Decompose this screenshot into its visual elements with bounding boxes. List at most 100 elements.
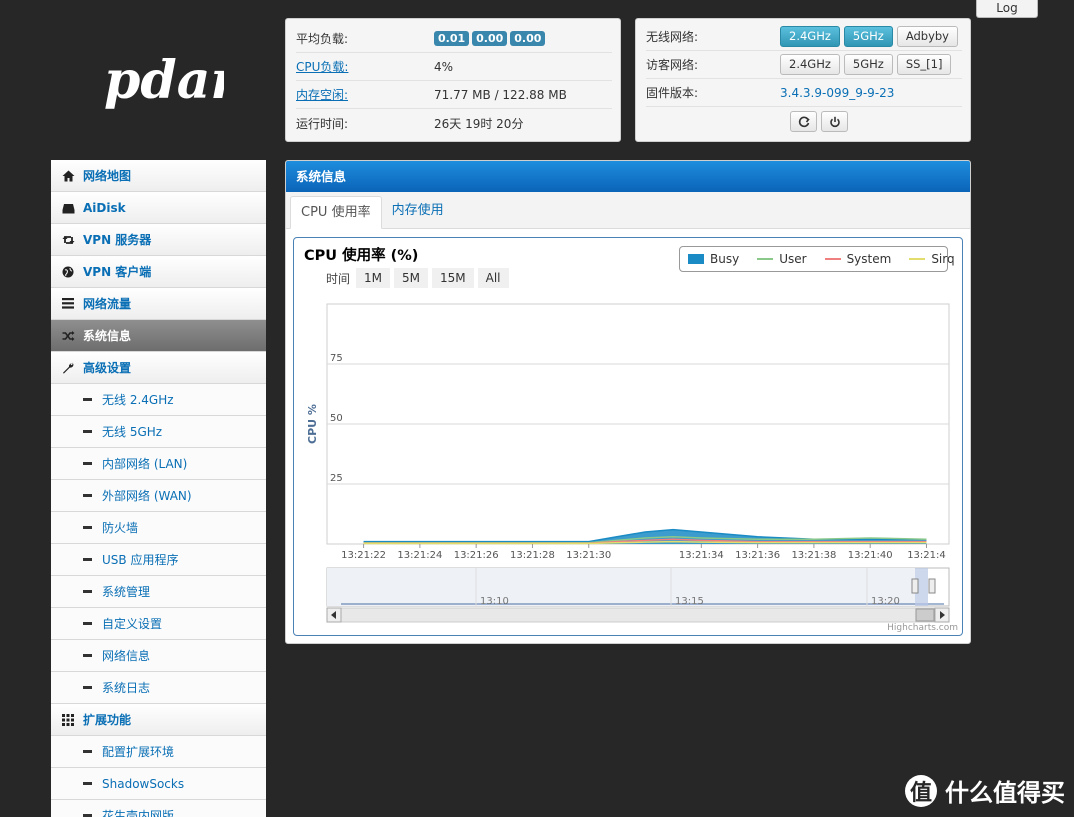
logo: pdan [104,48,248,118]
sidebar-subitem-label: USB 应用程序 [102,553,179,567]
chart-credit[interactable]: Highcharts.com [887,623,958,633]
tab-cpu-usage[interactable]: CPU 使用率 [290,196,382,229]
tab-memory-usage[interactable]: 内存使用 [382,195,454,228]
navigator-tick-label: 13:10 [480,596,509,607]
load-5m: 0.00 [472,31,508,46]
navigator-tick-label: 13:20 [871,596,900,607]
chart-plot: 25 50 75 13:21:22 13:21:24 13:21:26 13:21:28 1… [306,303,950,623]
sidebar-item-extensions[interactable]: 扩展功能 [51,704,266,736]
firmware-version-link[interactable]: 3.4.3.9-099_9-9-23 [780,86,894,100]
navigator-handle-left[interactable] [911,578,919,594]
load-15m: 0.00 [510,31,546,46]
navigator-mask [327,568,915,606]
sidebar-item-aidisk[interactable]: AiDisk [51,192,266,224]
mem-free-link[interactable]: 内存空闲: [296,86,434,103]
system-info-panel: 系统信息 CPU 使用率 内存使用 CPU 使用率 (%) 时间 1M 5M 1… [285,160,971,644]
scrollbar-track[interactable] [326,607,950,623]
sidebar-subitem-shadowsocks[interactable]: ShadowSocks [51,768,266,800]
hdd-icon [61,201,75,215]
sidebar-item-label: VPN 服务器 [83,233,152,247]
x-tick-label: 13:21:36 [735,550,780,561]
sidebar-subitem-custom[interactable]: 自定义设置 [51,608,266,640]
globe-icon [61,265,75,279]
scrollbar-thumb[interactable] [915,608,935,622]
sidebar-subitem-label: 无线 5GHz [102,425,163,439]
firmware-label: 固件版本: [646,86,699,100]
uptime-label: 运行时间: [296,116,349,131]
y-tick-label: 25 [330,473,343,484]
sidebar-item-advanced[interactable]: 高级设置 [51,352,266,384]
x-tick-label: 13:21:38 [791,550,836,561]
sidebar-subitem-wireless-5g[interactable]: 无线 5GHz [51,416,266,448]
load-1m: 0.01 [434,31,470,46]
sidebar-item-vpn-client[interactable]: VPN 客户端 [51,256,266,288]
adbyby-button[interactable]: Adbyby [896,26,958,47]
x-tick-label: 13:21:30 [566,550,611,561]
x-tick-label: 13:21:24 [397,550,442,561]
cpu-row: CPU负载: 4% [296,53,612,81]
x-tick-label: 13:21:40 [848,550,893,561]
sidebar-item-label: VPN 客户端 [83,265,152,279]
guest-row: 访客网络: 2.4GHz 5GHz SS_[1] [646,51,962,79]
sidebar-subitem-label: 无线 2.4GHz [102,393,174,407]
log-button[interactable]: Log [976,0,1038,18]
guest-5g-button[interactable]: 5GHz [843,54,893,75]
refresh-button[interactable] [790,111,817,132]
navigator-handle-right[interactable] [928,578,936,594]
sidebar-subitem-label: 花生壳内网版 [102,809,175,817]
sidebar-item-label: 网络流量 [83,297,132,311]
uptime-row: 运行时间: 26天 19时 20分 [296,109,612,137]
cpu-load-value: 4% [434,59,454,74]
sidebar-subitem-wireless-24g[interactable]: 无线 2.4GHz [51,384,266,416]
power-button[interactable] [821,111,848,132]
sidebar-subitem-label: 自定义设置 [102,617,163,631]
retweet-icon [61,233,75,247]
home-icon [61,169,75,183]
sidebar-subitem-label: 内部网络 (LAN) [102,457,188,471]
sidebar-item-system-info[interactable]: 系统信息 [51,320,266,352]
sidebar-item-traffic[interactable]: 网络流量 [51,288,266,320]
x-tick-label: 13:21:34 [679,550,724,561]
logo-text: pdan [104,50,224,111]
power-icon [829,116,840,127]
list-icon [61,297,75,311]
sidebar-subitem-ext-env[interactable]: 配置扩展环境 [51,736,266,768]
sidebar-item-label: AiDisk [83,200,126,215]
sidebar-subitem-label: ShadowSocks [102,776,185,791]
watermark-logo-icon: 值 [905,774,937,807]
cpu-load-link[interactable]: CPU负载: [296,58,434,75]
wrench-icon [61,361,75,375]
network-panel: 无线网络: 2.4GHz 5GHz Adbyby 访客网络: 2.4GHz 5G… [635,18,971,142]
sidebar-subitem-wan[interactable]: 外部网络 (WAN) [51,480,266,512]
wireless-5g-button[interactable]: 5GHz [843,26,893,47]
sidebar-subitem-admin[interactable]: 系统管理 [51,576,266,608]
y-axis-label: CPU % [306,404,319,444]
panel-title: 系统信息 [286,161,970,192]
sidebar-subitem-label: 系统日志 [102,681,151,695]
wireless-24g-button[interactable]: 2.4GHz [780,26,840,47]
x-tick-label: 13:21:4 [907,550,946,561]
sidebar-subitem-label: 防火墙 [102,521,139,535]
sidebar-item-label: 扩展功能 [83,713,132,727]
mem-free-value: 71.77 MB / 122.88 MB [434,87,567,102]
sidebar-item-vpn-server[interactable]: VPN 服务器 [51,224,266,256]
ss-button[interactable]: SS_[1] [896,54,952,75]
sidebar-item-label: 系统信息 [83,329,132,343]
sidebar-subitem-lan[interactable]: 内部网络 (LAN) [51,448,266,480]
sidebar-subitem-label: 网络信息 [102,649,151,663]
sidebar-subitem-oray[interactable]: 花生壳内网版 [51,800,266,817]
sidebar-subitem-netinfo[interactable]: 网络信息 [51,640,266,672]
refresh-icon [798,116,810,127]
status-panel: 平均负载: 0.01 0.00 0.00 CPU负载: 4% 内存空闲: 71.77… [285,18,621,142]
load-label: 平均负载: [296,32,349,46]
mem-row: 内存空闲: 71.77 MB / 122.88 MB [296,81,612,109]
tab-bar: CPU 使用率 内存使用 [286,192,970,229]
sidebar-subitem-firewall[interactable]: 防火墙 [51,512,266,544]
sidebar-subitem-syslog[interactable]: 系统日志 [51,672,266,704]
guest-24g-button[interactable]: 2.4GHz [780,54,840,75]
sidebar-subitem-usb[interactable]: USB 应用程序 [51,544,266,576]
sidebar: 网络地图 AiDisk VPN 服务器 VPN 客户端 网络流量 系统信息 高级… [51,160,266,817]
cpu-chart: CPU 使用率 (%) 时间 1M 5M 15M All Busy User S… [293,237,963,636]
sidebar-item-label: 网络地图 [83,169,132,183]
sidebar-item-network-map[interactable]: 网络地图 [51,160,266,192]
